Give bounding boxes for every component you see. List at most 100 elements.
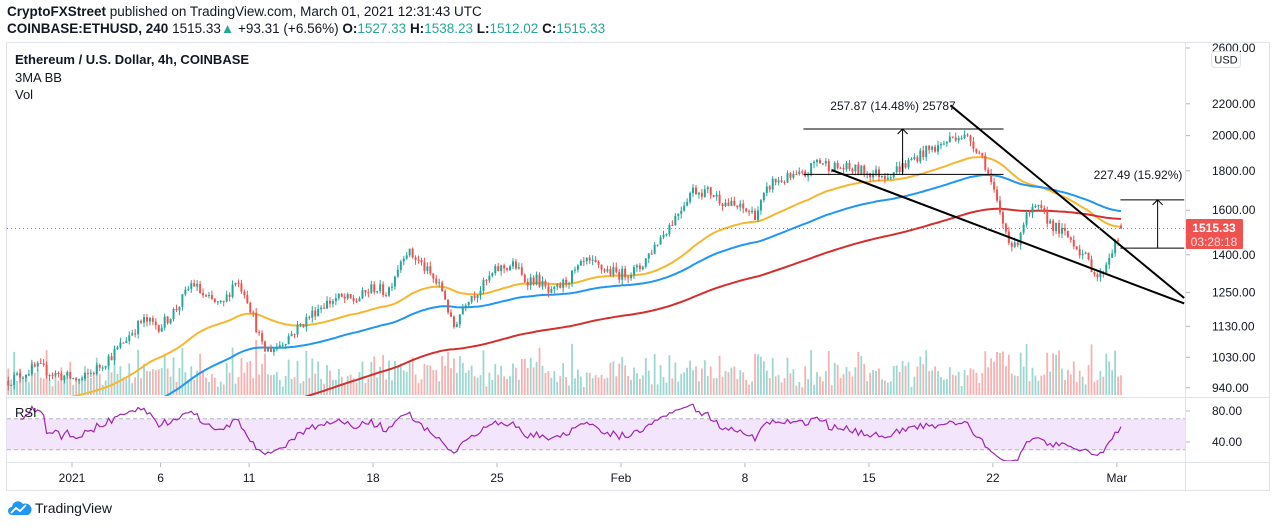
currency-button[interactable]: USD bbox=[1211, 51, 1241, 68]
volume-bar bbox=[771, 358, 774, 395]
volume-bar bbox=[1072, 361, 1075, 395]
volume-bar bbox=[453, 358, 455, 395]
candle-body bbox=[311, 310, 314, 318]
volume-bar bbox=[22, 378, 24, 395]
volume-bar bbox=[582, 386, 585, 395]
volume-bar bbox=[680, 373, 683, 395]
volume-bar bbox=[506, 378, 508, 395]
candle bbox=[951, 136, 954, 139]
indicator-rsi[interactable]: RSI bbox=[15, 405, 37, 420]
candle-body bbox=[272, 349, 275, 352]
candle bbox=[1063, 223, 1066, 236]
candle-body bbox=[284, 344, 287, 346]
candle-body bbox=[1046, 210, 1049, 224]
candle-body bbox=[190, 283, 193, 289]
candle bbox=[326, 296, 329, 309]
candle-body bbox=[795, 174, 798, 176]
volume-bar bbox=[854, 367, 857, 395]
volume-bar bbox=[824, 370, 827, 395]
candle-body bbox=[789, 173, 792, 178]
candle bbox=[405, 251, 408, 260]
candle-body bbox=[317, 309, 320, 317]
candle bbox=[399, 259, 402, 273]
candle-body bbox=[125, 340, 128, 343]
candle bbox=[759, 198, 762, 215]
candle-body bbox=[647, 253, 650, 259]
candle bbox=[765, 182, 768, 197]
candle bbox=[603, 268, 606, 274]
candle bbox=[435, 275, 438, 286]
candle-body bbox=[473, 296, 476, 298]
volume-bar bbox=[290, 378, 293, 395]
indicator-3ma-bb[interactable]: 3MA BB bbox=[15, 70, 62, 85]
candle-body bbox=[594, 259, 597, 262]
candle bbox=[317, 304, 320, 317]
volume-bar bbox=[544, 372, 547, 395]
candle-body bbox=[143, 317, 146, 323]
candle bbox=[638, 263, 641, 272]
candle-body bbox=[945, 141, 948, 144]
candle-body bbox=[169, 318, 172, 324]
candle-body bbox=[320, 307, 323, 310]
candle-body bbox=[774, 178, 777, 183]
volume-bar bbox=[42, 378, 45, 395]
candle-body bbox=[485, 279, 488, 281]
candle-body bbox=[449, 312, 452, 317]
candle bbox=[559, 281, 562, 289]
time-axis[interactable]: 2021 6 11 18 25 Feb 8 15 22 Mar bbox=[59, 463, 1128, 485]
candle-body bbox=[969, 135, 972, 142]
candle bbox=[346, 292, 349, 301]
volume-bar bbox=[535, 361, 538, 395]
candle-body bbox=[98, 365, 101, 368]
candle-body bbox=[703, 189, 706, 197]
price-axis[interactable]: 2600.002200.002000.001800.001600.001400.… bbox=[1186, 41, 1256, 395]
volume-bar bbox=[293, 377, 296, 395]
volume-bar bbox=[503, 376, 506, 395]
candle bbox=[1046, 206, 1049, 228]
candle-body bbox=[107, 356, 110, 366]
upper-trendline bbox=[949, 104, 1185, 299]
candle bbox=[163, 313, 166, 331]
volume-bar bbox=[833, 362, 836, 395]
candle-body bbox=[160, 327, 163, 332]
volume-bar bbox=[228, 372, 231, 395]
candle bbox=[789, 172, 792, 181]
volume-bar bbox=[898, 371, 901, 395]
candle bbox=[361, 287, 364, 300]
candle-body bbox=[573, 269, 576, 271]
candle bbox=[591, 255, 594, 266]
candle bbox=[922, 145, 925, 161]
chart[interactable]: 2600.002200.002000.001800.001600.001400.… bbox=[0, 0, 1274, 528]
candle bbox=[683, 201, 686, 212]
time-tick-label: 25 bbox=[490, 471, 504, 485]
candle-body bbox=[635, 265, 638, 268]
volume-bar bbox=[562, 362, 565, 395]
volume-bar bbox=[432, 370, 435, 395]
candle-body bbox=[739, 203, 742, 208]
candle-body bbox=[656, 244, 659, 246]
candle bbox=[751, 206, 754, 215]
candle-body bbox=[966, 134, 969, 136]
candle-body bbox=[266, 348, 269, 352]
candle bbox=[718, 190, 721, 206]
candle-body bbox=[928, 145, 931, 150]
candle-body bbox=[571, 270, 574, 284]
candle bbox=[364, 289, 367, 297]
candle bbox=[730, 197, 733, 207]
volume-bar bbox=[526, 367, 529, 395]
volume-bar bbox=[225, 363, 228, 395]
candle-body bbox=[618, 271, 621, 280]
candle-body bbox=[1120, 225, 1123, 229]
candle bbox=[122, 342, 125, 344]
indicator-volume[interactable]: Vol bbox=[15, 87, 33, 102]
volume-bar bbox=[299, 383, 302, 395]
tradingview-logo[interactable]: TradingView bbox=[8, 500, 112, 516]
candle bbox=[210, 290, 213, 300]
volume-bar bbox=[211, 374, 213, 395]
candle bbox=[1105, 262, 1108, 274]
volume-bar bbox=[444, 365, 446, 395]
candle-body bbox=[27, 374, 30, 376]
volume-bar bbox=[913, 376, 916, 395]
candle-body bbox=[33, 364, 36, 367]
candle-body bbox=[1016, 242, 1019, 246]
